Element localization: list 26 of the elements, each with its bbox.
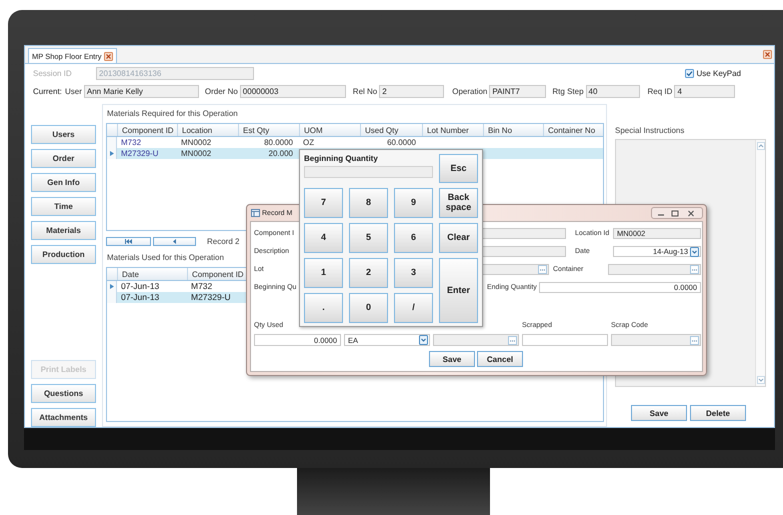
keypad-title: Beginning Quantity [304,154,379,163]
field-label: Rel No [352,87,378,96]
field-label: Order No [204,87,238,96]
table-cell-text: M27329-U [190,292,232,303]
field-label: Rtg Step [552,87,584,96]
field-label: Special Instructions [615,126,686,136]
table-cell-text: 80.0000 [263,137,294,148]
table-cell-text: 07-Jun-13 [120,292,160,303]
table-cell-text: OZ [302,137,316,148]
field-label: Current: [33,87,63,96]
table-cell-text: 20.000 [268,148,294,159]
field-label: Session ID [33,69,73,78]
table-cell-text: 07-Jun-13 [120,281,160,292]
checkbox-label: Use KeyPad [696,69,741,78]
field-label: Operation [452,87,488,96]
table-cell-text: M732 [120,137,142,148]
table-cell-text: MN0002 [180,148,212,159]
table-cell-text: MN0002 [180,137,212,148]
table-cell-text: M27329-U [120,148,160,159]
section-title: Materials Required for this Operation [107,109,239,119]
field-label: User [65,87,82,96]
table-cell-text: M732 [190,281,214,292]
table-cell-text: 60.0000 [386,137,417,148]
record-counter: Record 2 [207,236,240,246]
section-title: Materials Used for this Operation [107,253,225,263]
field-label: Req ID [648,87,672,96]
